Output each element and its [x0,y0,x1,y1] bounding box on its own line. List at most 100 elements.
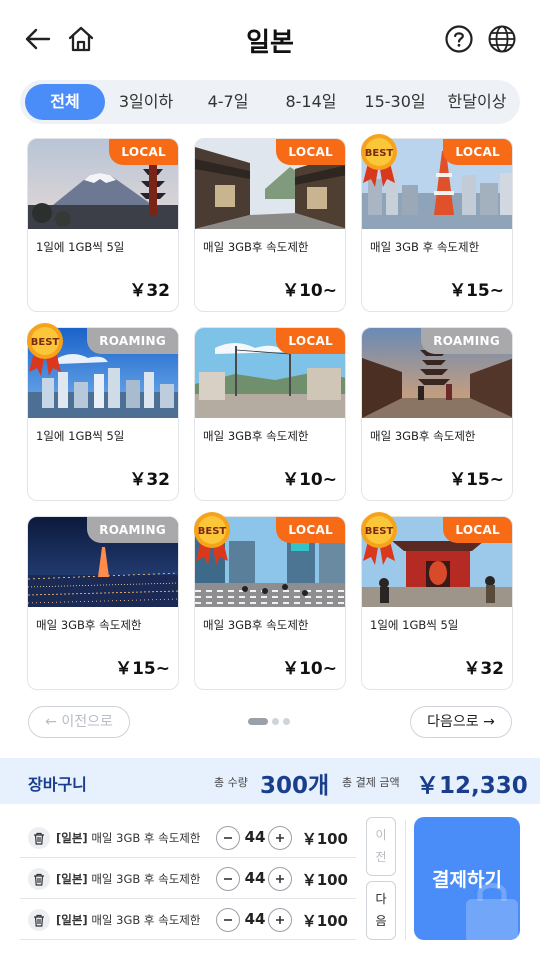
product-card[interactable]: ROAMING 매일 3GB후 속도제한 ￥15~ [361,327,513,501]
trash-icon [34,873,44,886]
minus-icon [224,878,232,880]
cart-prev-button[interactable]: 이전 [366,817,396,876]
increase-qty-button[interactable] [268,826,292,850]
product-description: 매일 3GB후 속도제한 [203,429,309,443]
product-description: 매일 3GB후 속도제한 [370,429,476,443]
decrease-qty-button[interactable] [216,908,240,932]
total-quantity-label: 총 수량 [214,776,248,789]
next-page-label: 다음으로 [427,714,479,730]
item-quantity: 44 [244,910,266,928]
arrow-left-icon: ← [45,714,57,730]
cart-item-plan: 매일 3GB 후 속도제한 [91,872,201,886]
tab-4-7days[interactable]: 4-7일 [190,84,266,120]
product-price: ￥10~ [282,281,337,301]
trash-icon [34,914,44,927]
page-dot[interactable] [272,718,279,725]
product-card[interactable]: LOCAL 1일에 1GB씩 5일 ￥32 [27,138,179,312]
best-badge-label: BEST [365,148,394,159]
app-header: 일본 [0,0,540,80]
help-button[interactable] [442,22,476,56]
tab-8-14days[interactable]: 8-14일 [272,84,350,120]
cart-prev-label: 이전 [375,828,387,864]
tab-all[interactable]: 전체 [25,84,105,120]
delete-item-button[interactable] [28,827,50,849]
tab-15-30days[interactable]: 15-30일 [354,84,436,120]
product-price: ￥32 [129,281,170,301]
arrow-right-icon: → [483,714,495,730]
product-description: 매일 3GB후 속도제한 [203,618,309,632]
language-button[interactable] [485,22,519,56]
checkout-button[interactable]: 결제하기 [414,817,520,940]
decrease-qty-button[interactable] [216,867,240,891]
increase-qty-button[interactable] [268,908,292,932]
prev-page-button[interactable]: ← 이전으로 [28,706,130,738]
cart-item-region: [일본] [56,913,88,927]
product-price: ￥32 [129,470,170,490]
plan-type-badge: LOCAL [443,139,512,165]
plan-type-badge: LOCAL [276,517,345,543]
best-badge-label: BEST [31,337,60,348]
plan-type-badge: LOCAL [276,328,345,354]
delete-item-button[interactable] [28,909,50,931]
product-card[interactable]: LOCAL 매일 3GB후 속도제한 ￥10~ [194,327,346,501]
best-badge-icon: BEST [27,323,63,376]
cart-next-label: 다음 [375,892,387,928]
product-price: ￥15~ [449,470,504,490]
question-circle-icon [445,25,473,53]
product-description: 매일 3GB후 속도제한 [36,618,142,632]
cart-item-name: [일본] 매일 3GB 후 속도제한 [56,912,200,928]
product-card[interactable]: ROAMING 매일 3GB후 속도제한 ￥15~ [27,516,179,690]
product-description: 1일에 1GB씩 5일 [370,618,459,632]
item-quantity: 44 [244,828,266,846]
increase-qty-button[interactable] [268,867,292,891]
plan-type-badge: ROAMING [421,328,512,354]
cart-item-plan: 매일 3GB 후 속도제한 [91,913,201,927]
delete-item-button[interactable] [28,868,50,890]
page-dot[interactable] [283,718,290,725]
plan-type-badge: ROAMING [87,517,178,543]
best-badge-label: BEST [365,526,394,537]
page-dot-active[interactable] [248,718,268,725]
product-description: 매일 3GB 후 속도제한 [370,240,480,254]
cart-item-row: [일본] 매일 3GB 후 속도제한 44 ￥100 [20,818,356,858]
tab-3days-under[interactable]: 3일이하 [108,84,184,120]
product-price: ￥15~ [449,281,504,301]
best-badge-icon: BEST [194,512,230,565]
minus-icon [224,919,232,921]
cart-item-name: [일본] 매일 3GB 후 속도제한 [56,871,200,887]
cart-next-button[interactable]: 다음 [366,881,396,940]
best-badge-icon: BEST [361,512,397,565]
product-description: 매일 3GB후 속도제한 [203,240,309,254]
tab-month-plus[interactable]: 한달이상 [438,84,516,120]
product-description: 1일에 1GB씩 5일 [36,240,125,254]
plan-type-badge: LOCAL [443,517,512,543]
divider [405,820,406,940]
cart-item-region: [일본] [56,872,88,886]
item-price: ￥100 [301,912,348,930]
decrease-qty-button[interactable] [216,826,240,850]
item-quantity: 44 [244,869,266,887]
plan-type-badge: LOCAL [276,139,345,165]
plus-icon [276,834,284,842]
cart-item-region: [일본] [56,831,88,845]
prev-page-label: 이전으로 [61,714,113,730]
plan-type-badge: ROAMING [87,328,178,354]
plus-icon [276,916,284,924]
cart-title: 장바구니 [28,775,87,794]
plus-icon [276,875,284,883]
product-price: ￥10~ [282,659,337,679]
duration-tab-bar: 전체 3일이하 4-7일 8-14일 15-30일 한달이상 [20,80,520,124]
globe-icon [488,25,516,53]
cart-summary-bar: 장바구니 총 수량 300개 총 결제 금액 ￥12,330 [0,758,540,804]
minus-icon [224,837,232,839]
trash-icon [34,832,44,845]
next-page-button[interactable]: 다음으로 → [410,706,512,738]
product-price: ￥15~ [115,659,170,679]
total-amount-label: 총 결제 금액 [342,776,400,789]
product-price: ￥10~ [282,470,337,490]
checkout-label: 결제하기 [432,869,502,891]
product-price: ￥32 [463,659,504,679]
total-quantity-value: 300개 [260,773,330,799]
product-card[interactable]: LOCAL 매일 3GB후 속도제한 ￥10~ [194,138,346,312]
cart-item-row: [일본] 매일 3GB 후 속도제한 44 ￥100 [20,900,356,940]
